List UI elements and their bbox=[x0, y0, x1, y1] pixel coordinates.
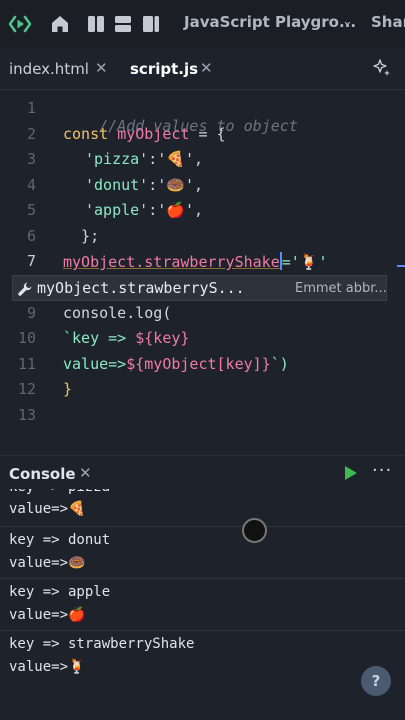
code-line-11: value=>${myObject[key]}`) bbox=[63, 355, 289, 373]
code-template-string: `) bbox=[270, 355, 289, 373]
console-output[interactable]: key => pizza value=>🍕 key => donut value… bbox=[0, 489, 405, 720]
code-line-6: }; bbox=[63, 227, 99, 245]
playground-logo-icon[interactable] bbox=[8, 12, 32, 36]
code-line-4: 'donut':'🍩', bbox=[85, 176, 203, 194]
console-header: Console ✕ ··· bbox=[0, 455, 405, 489]
code-punctuation: }; bbox=[63, 227, 100, 245]
code-editor[interactable]: 1 2 3 4 5 6 7 9 10 11 12 13 //Add values… bbox=[0, 90, 405, 450]
console-title: Console bbox=[9, 465, 76, 483]
code-call: console.log( bbox=[63, 304, 172, 322]
console-log-entry: key => strawberryShake value=>🍹 bbox=[0, 631, 405, 687]
project-title[interactable]: JavaScript Playgro... bbox=[184, 13, 356, 31]
log-key: key => apple bbox=[9, 584, 111, 600]
close-icon[interactable]: ✕ bbox=[200, 59, 213, 77]
layout-sidebar-icon[interactable] bbox=[140, 13, 162, 35]
code-string: 'apple' bbox=[85, 201, 149, 219]
line-number: 13 bbox=[17, 406, 36, 424]
log-value: value=>🍩 bbox=[9, 555, 86, 571]
file-tabs: index.html ✕ script.js ✕ bbox=[0, 48, 405, 90]
code-string: 'pizza' bbox=[85, 150, 149, 168]
log-key: key => strawberryShake bbox=[9, 636, 195, 652]
line-number: 2 bbox=[26, 125, 36, 143]
line-number: 3 bbox=[26, 150, 36, 168]
suggestion-label: myObject.strawberryS... bbox=[37, 279, 245, 297]
line-number: 9 bbox=[26, 304, 36, 322]
sparkle-icon[interactable] bbox=[372, 58, 392, 78]
tab-script-js[interactable]: script.js bbox=[130, 60, 198, 78]
code-punctuation: :'🍩', bbox=[148, 176, 204, 194]
help-button[interactable]: ? bbox=[361, 666, 391, 696]
code-line-3: 'pizza':'🍕', bbox=[85, 150, 203, 168]
tab-index-html[interactable]: index.html bbox=[9, 60, 89, 78]
log-key: key => donut bbox=[9, 532, 111, 548]
line-number: 11 bbox=[17, 355, 36, 373]
code-interpolation: ${myObject[key]} bbox=[126, 355, 271, 373]
code-punctuation: :'🍎', bbox=[148, 201, 204, 219]
top-bar: JavaScript Playgro... ⌄ Shar bbox=[0, 0, 405, 48]
code-line-7: myObject.strawberryShake ='🍹' bbox=[63, 252, 328, 271]
log-key: key => pizza bbox=[9, 489, 110, 495]
code-template-string: `key => bbox=[63, 329, 136, 347]
code-keyword: const bbox=[63, 125, 109, 143]
console-log-entry: key => apple value=>🍎 bbox=[0, 579, 405, 631]
code-line-12: } bbox=[63, 380, 72, 398]
console-log-entry: key => donut value=>🍩 bbox=[0, 527, 405, 579]
code-line-10: `key => ${key} bbox=[63, 329, 189, 347]
close-icon[interactable]: ✕ bbox=[95, 59, 108, 77]
more-options-icon[interactable]: ··· bbox=[372, 460, 392, 481]
autocomplete-suggestion[interactable]: myObject.strawberryS... Emmet abbr... bbox=[12, 275, 387, 301]
log-value: value=>🍎 bbox=[9, 607, 86, 623]
line-number: 6 bbox=[26, 227, 36, 245]
wrench-icon bbox=[18, 282, 32, 296]
line-number: 10 bbox=[17, 329, 36, 347]
code-punctuation: :'🍕', bbox=[148, 150, 204, 168]
share-button[interactable]: Shar bbox=[371, 13, 405, 31]
touch-indicator bbox=[242, 518, 267, 543]
chevron-down-icon[interactable]: ⌄ bbox=[342, 14, 353, 29]
log-value: value=>🍕 bbox=[9, 501, 86, 517]
play-icon[interactable] bbox=[344, 465, 358, 481]
code-variable: myObject.strawberryShake bbox=[63, 253, 280, 271]
code-punctuation: } bbox=[63, 380, 73, 398]
code-line-9: console.log( bbox=[63, 304, 171, 322]
code-string: ='🍹' bbox=[281, 253, 328, 271]
code-string: 'donut' bbox=[85, 176, 149, 194]
close-icon[interactable]: ✕ bbox=[79, 464, 92, 482]
line-number: 5 bbox=[26, 201, 36, 219]
log-value: value=>🍹 bbox=[9, 659, 86, 675]
code-variable: myObject bbox=[117, 125, 190, 143]
line-number: 7 bbox=[26, 252, 36, 270]
code-template-string: value=> bbox=[63, 355, 127, 373]
scrollbar-marker bbox=[397, 265, 405, 267]
code-interpolation: ${key} bbox=[135, 329, 190, 347]
console-log-entry: key => pizza value=>🍕 bbox=[0, 489, 405, 527]
code-line-5: 'apple':'🍎', bbox=[85, 201, 203, 219]
code-punctuation: = { bbox=[189, 125, 226, 143]
line-number: 1 bbox=[26, 99, 36, 117]
line-number: 4 bbox=[26, 176, 36, 194]
line-number: 12 bbox=[17, 380, 36, 398]
home-icon[interactable] bbox=[49, 13, 71, 35]
layout-split-horizontal-icon[interactable] bbox=[112, 13, 134, 35]
layout-split-vertical-icon[interactable] bbox=[85, 13, 107, 35]
suggestion-detail: Emmet abbr... bbox=[295, 281, 387, 296]
code-line-2: const myObject = { bbox=[63, 125, 226, 143]
